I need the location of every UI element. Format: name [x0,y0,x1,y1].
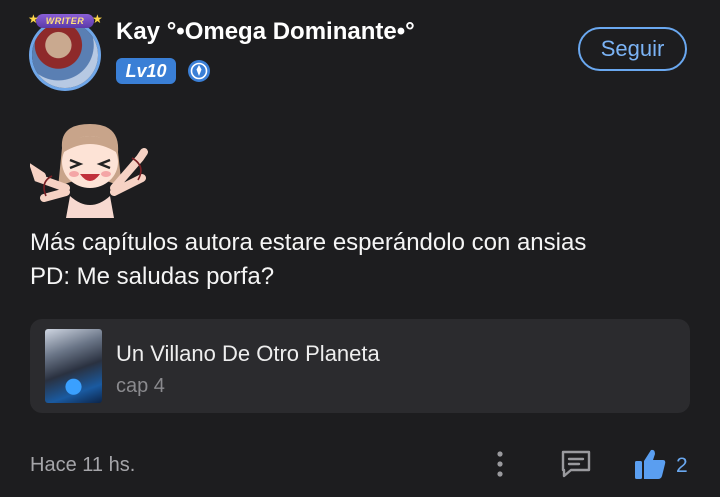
avatar-image [32,22,98,88]
work-title: Un Villano De Otro Planeta [116,341,380,366]
user-avatar[interactable]: WRITER ★ ★ [26,12,104,90]
comment-line: Más capítulos autora estare esperándolo … [30,229,587,256]
chapter-name: cap 4 [116,375,165,397]
chibi-sticker [30,124,148,218]
comment-text: Más capítulos autora estare esperándolo … [30,226,586,294]
comment-line: PD: Me saludas porfa? [30,263,275,290]
book-cover-image [45,329,102,403]
thumbs-up-icon[interactable] [633,447,667,481]
writer-badge: WRITER [36,14,94,28]
timestamp: Hace 11 hs. [30,454,136,476]
level-badge: Lv10 [116,58,176,84]
like-count: 2 [676,454,688,477]
comment-bubble-icon[interactable] [559,448,593,480]
follow-button[interactable]: Seguir [578,27,687,71]
chapter-link-card[interactable]: Un Villano De Otro Planeta cap 4 [30,319,690,413]
username[interactable]: Kay °•Omega Dominante•° [116,18,415,46]
verified-badge-icon [188,60,210,82]
star-icon: ★ [28,12,39,26]
star-icon: ★ [92,12,103,26]
more-vertical-icon[interactable] [493,449,507,479]
